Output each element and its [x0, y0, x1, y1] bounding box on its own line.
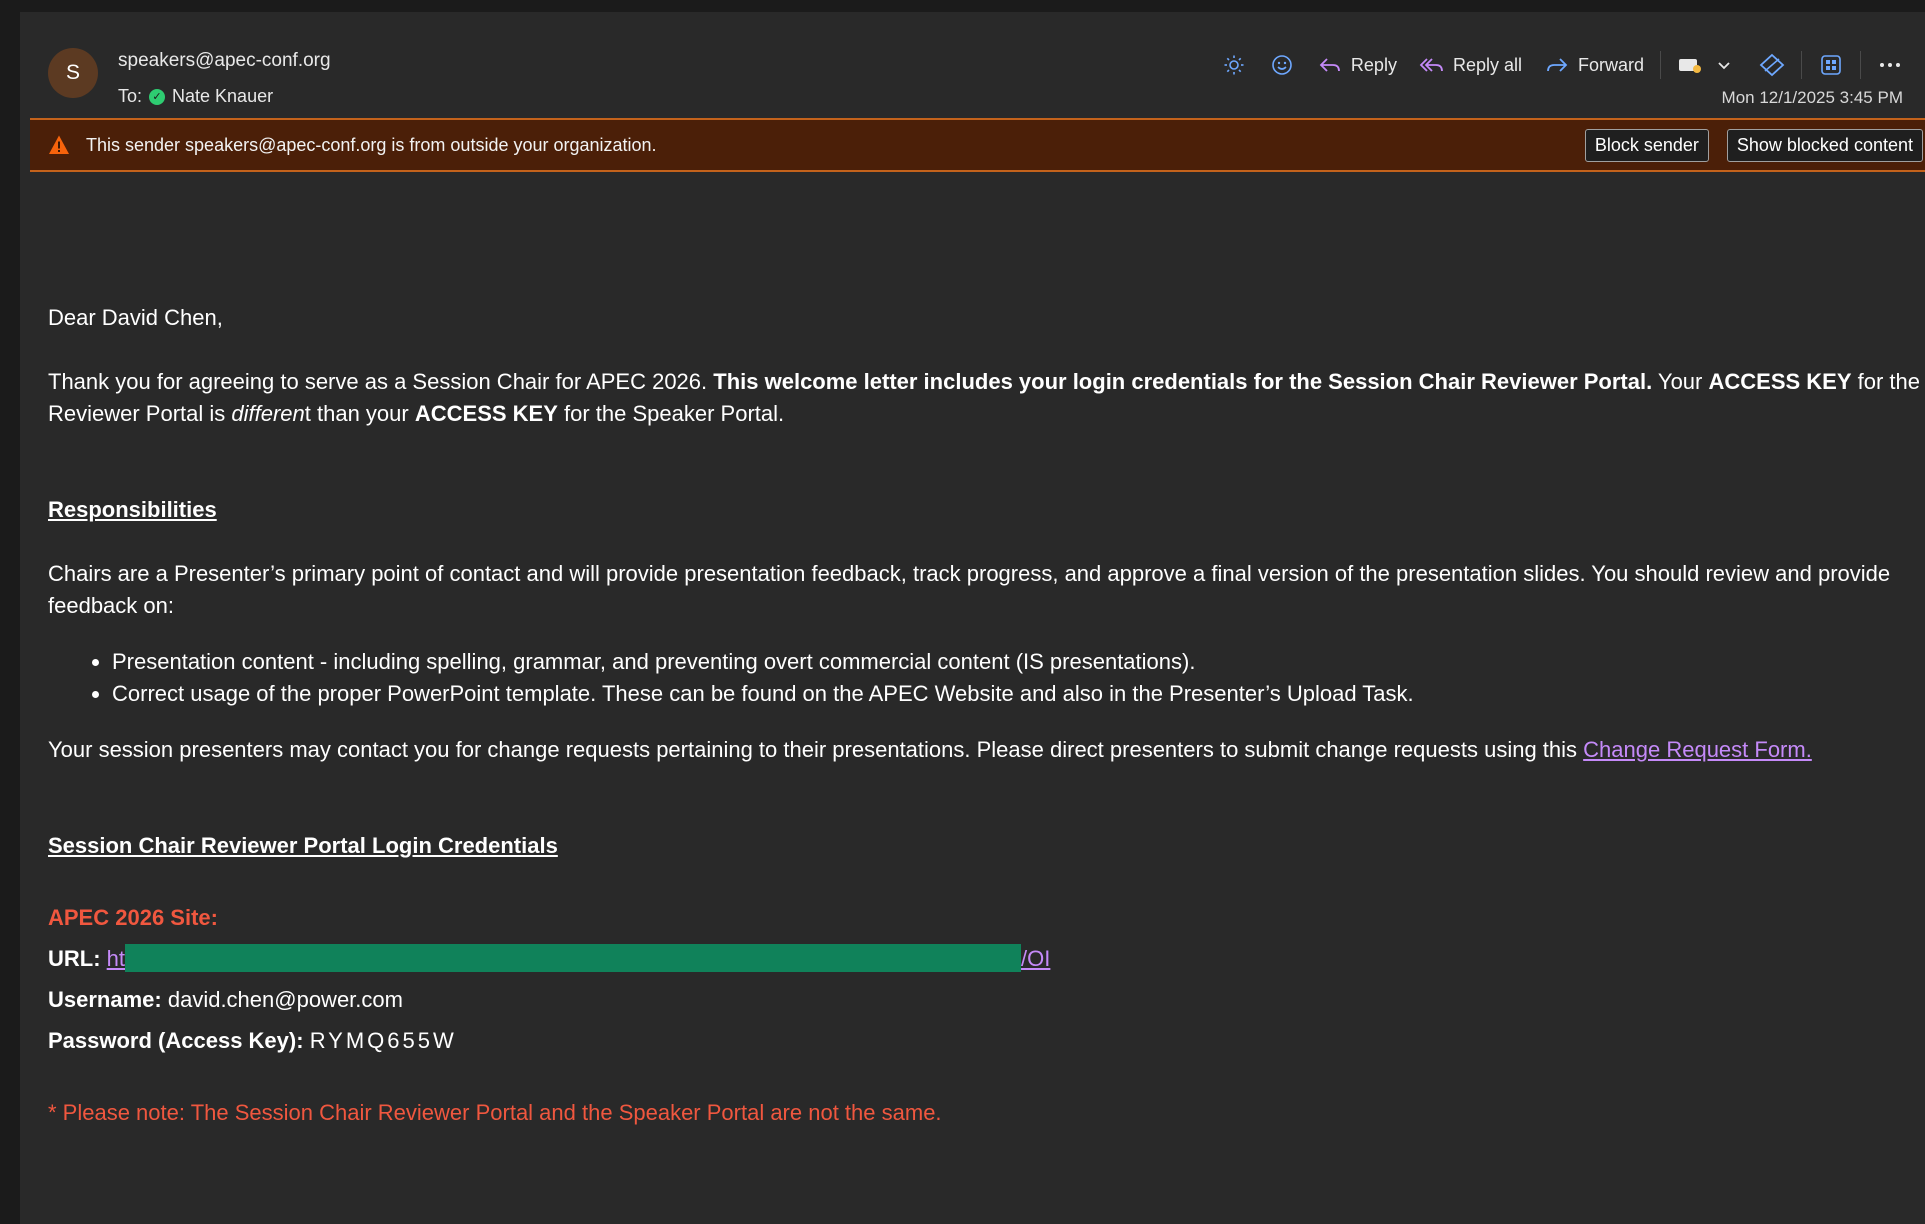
- tag-dropdown-button[interactable]: [1669, 48, 1745, 82]
- different-emphasis: differen: [231, 401, 305, 426]
- access-key-emphasis: ACCESS KEY: [414, 401, 558, 426]
- responsibilities-heading: Responsibilities: [48, 497, 217, 522]
- email-body: Dear David Chen, Thank you for agreeing …: [48, 302, 1925, 1129]
- forward-button[interactable]: Forward: [1536, 48, 1652, 82]
- email-header: S speakers@apec-conf.org To: ✓ Nate Knau…: [20, 12, 1925, 118]
- reply-label: Reply: [1350, 54, 1397, 75]
- intro-text: t than your: [304, 401, 415, 426]
- brightness-button[interactable]: [1213, 48, 1255, 82]
- password-line: Password (Access Key): RYMQ655W: [48, 1025, 1925, 1057]
- banner-actions: Block sender Show blocked content: [1584, 128, 1923, 162]
- message-toolbar: Reply Reply all Forward: [1213, 48, 1911, 82]
- sun-icon: [1221, 52, 1247, 78]
- password-value: RYMQ655W: [309, 1028, 457, 1053]
- portal-note: * Please note: The Session Chair Reviewe…: [48, 1100, 942, 1125]
- show-blocked-content-button[interactable]: Show blocked content: [1726, 128, 1923, 162]
- credentials-heading: Session Chair Reviewer Portal Login Cred…: [48, 833, 558, 858]
- presence-available-icon: ✓: [149, 88, 166, 105]
- responsibilities-list: Presentation content - including spellin…: [48, 646, 1925, 710]
- warning-icon: [49, 135, 69, 154]
- toolbar-separator: [1801, 51, 1802, 79]
- chevron-down-icon: [1711, 52, 1737, 78]
- reply-all-label: Reply all: [1452, 54, 1522, 75]
- forward-label: Forward: [1577, 54, 1644, 75]
- immersive-reader-button[interactable]: [1751, 48, 1793, 82]
- external-sender-warning-text: This sender speakers@apec-conf.org is fr…: [86, 134, 657, 155]
- username-label: Username:: [48, 987, 162, 1012]
- url-line: URL: ht/OI: [48, 943, 1925, 975]
- reply-all-icon: [1419, 52, 1445, 78]
- redaction-box: [125, 944, 1022, 972]
- more-icon: [1877, 52, 1903, 78]
- list-item: Presentation content - including spellin…: [112, 646, 1925, 678]
- intro-bold-text: This welcome letter includes your login …: [713, 369, 1653, 394]
- responsibilities-paragraph: Chairs are a Presenter’s primary point o…: [48, 561, 1891, 618]
- to-label: To:: [118, 86, 143, 106]
- url-suffix: /OI: [1021, 946, 1051, 971]
- apps-grid-icon: [1818, 52, 1844, 78]
- sender-email[interactable]: speakers@apec-conf.org: [118, 50, 331, 72]
- reply-icon: [1317, 52, 1343, 78]
- username-line: Username: david.chen@power.com: [48, 984, 1925, 1016]
- more-actions-button[interactable]: [1869, 48, 1911, 82]
- forward-icon: [1544, 52, 1570, 78]
- password-label: Password (Access Key):: [48, 1028, 304, 1053]
- site-label: APEC 2026 Site:: [48, 905, 218, 930]
- avatar[interactable]: S: [48, 48, 98, 98]
- toolbar-separator: [1860, 51, 1861, 79]
- external-sender-banner: This sender speakers@apec-conf.org is fr…: [30, 118, 1925, 172]
- recipient-line: To: ✓ Nate Knauer: [118, 86, 273, 107]
- intro-text: Thank you for agreeing to serve as a Ses…: [48, 369, 714, 394]
- recipient-name[interactable]: Nate Knauer: [172, 86, 273, 107]
- intro-paragraph: Thank you for agreeing to serve as a Ses…: [48, 366, 1925, 430]
- smiley-icon: [1269, 52, 1295, 78]
- reply-all-button[interactable]: Reply all: [1411, 48, 1530, 82]
- apps-button[interactable]: [1810, 48, 1852, 82]
- greeting: Dear David Chen,: [48, 305, 223, 330]
- portal-url-link[interactable]: ht/OI: [106, 944, 1051, 972]
- change-request-form-link[interactable]: Change Request Form.: [1583, 737, 1812, 762]
- react-button[interactable]: [1261, 48, 1303, 82]
- url-label: URL:: [48, 946, 101, 971]
- toolbar-separator: [1660, 51, 1661, 79]
- change-request-text: Your session presenters may contact you …: [48, 737, 1584, 762]
- list-item: Correct usage of the proper PowerPoint t…: [112, 678, 1925, 710]
- change-request-paragraph: Your session presenters may contact you …: [48, 734, 1925, 766]
- intro-text: Your: [1652, 369, 1709, 394]
- url-prefix: ht: [106, 946, 126, 971]
- access-key-emphasis: ACCESS KEY: [1708, 369, 1852, 394]
- message-timestamp: Mon 12/1/2025 3:45 PM: [1721, 88, 1903, 107]
- email-reading-pane: S speakers@apec-conf.org To: ✓ Nate Knau…: [20, 12, 1925, 1224]
- diamond-icon: [1759, 52, 1785, 78]
- block-sender-button[interactable]: Block sender: [1584, 128, 1709, 162]
- intro-text: for the Speaker Portal.: [557, 401, 785, 426]
- username-value: david.chen@power.com: [167, 987, 403, 1012]
- reply-button[interactable]: Reply: [1309, 48, 1405, 82]
- tag-icon: [1677, 52, 1703, 78]
